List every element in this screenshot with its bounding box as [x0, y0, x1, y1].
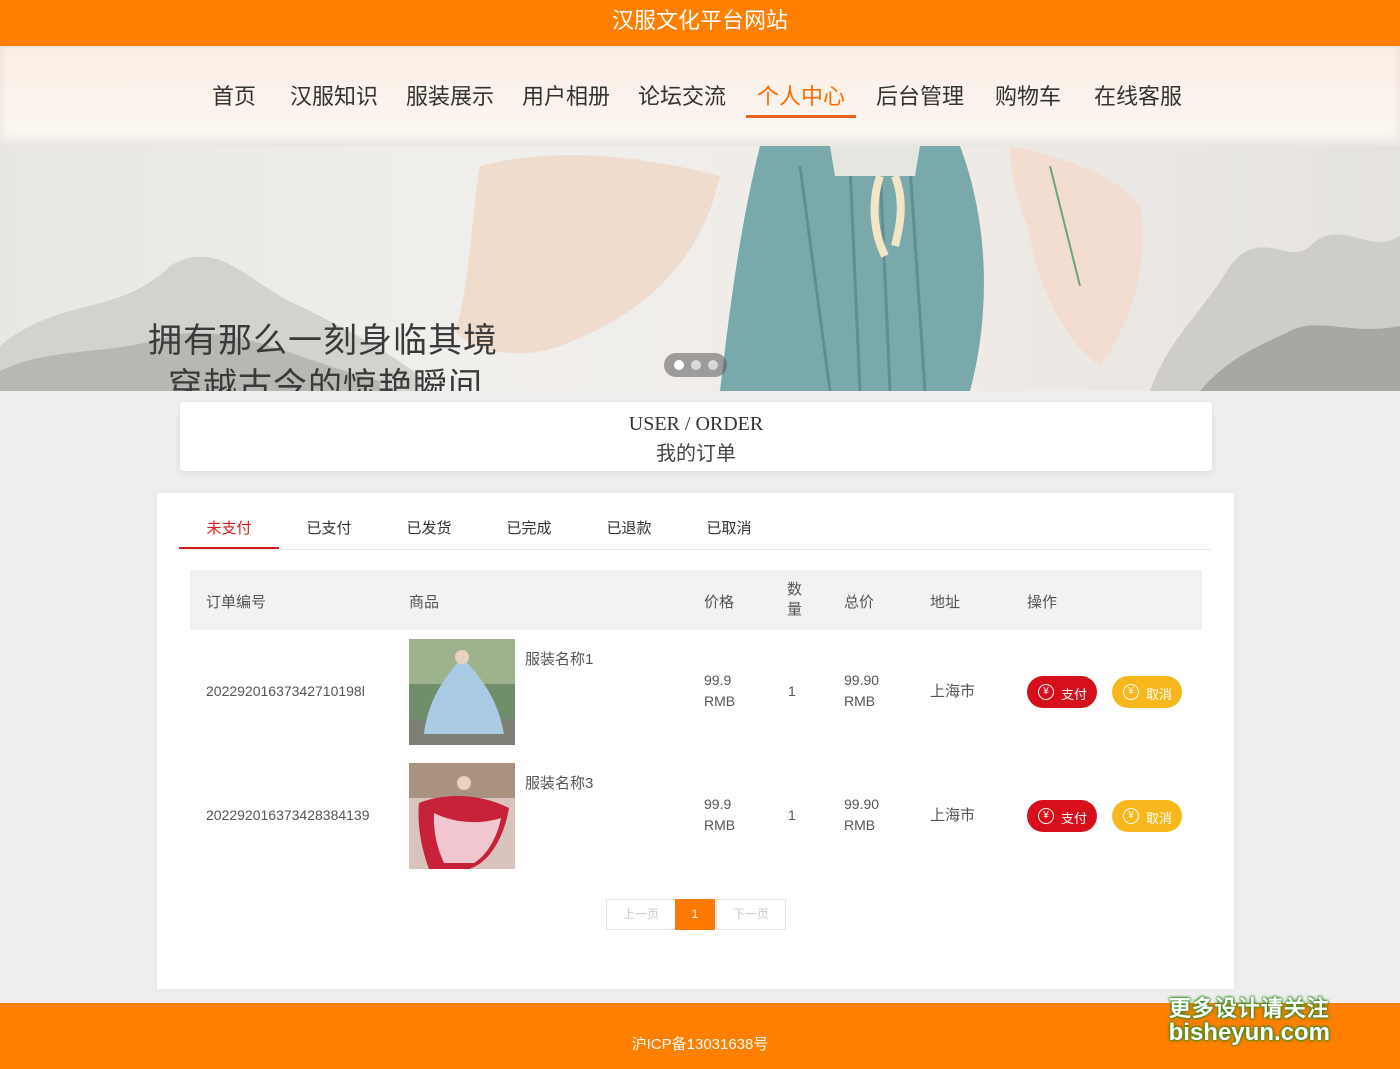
- table-row: 20229201637342710198l 服装名称1 99.9 RMB 1 9…: [190, 639, 1202, 763]
- main-nav: 首页 汉服知识 服装展示 用户相册 论坛交流 个人中心 后台管理 购物车 在线客…: [0, 46, 1400, 146]
- nav-bar: 首页 汉服知识 服装展示 用户相册 论坛交流 个人中心 后台管理 购物车 在线客…: [0, 46, 1400, 146]
- header-order-no: 订单编号: [206, 594, 267, 611]
- pay-button[interactable]: ¥ 支付: [1027, 800, 1097, 832]
- section-title-cn: 我的订单: [656, 441, 736, 465]
- cancel-button[interactable]: ¥ 取消: [1112, 800, 1182, 832]
- prev-page-button[interactable]: 上一页: [606, 899, 676, 930]
- carousel-dot-1[interactable]: [674, 360, 684, 370]
- tab-shipped[interactable]: 已发货: [379, 517, 479, 538]
- hero-banner[interactable]: 拥有那么一刻身临其境 穿越古今的惊艳瞬间: [0, 146, 1400, 391]
- nav-item-profile[interactable]: 个人中心: [745, 79, 857, 118]
- section-title-card: USER / ORDER 我的订单: [180, 402, 1212, 471]
- yuan-circle-icon: ¥: [1038, 808, 1054, 824]
- cancel-button-label: 取消: [1146, 687, 1173, 702]
- banner-line-2: 穿越古今的惊艳瞬间: [168, 366, 483, 391]
- order-status-tabs: 未支付 已支付 已发货 已完成 已退款 已取消: [179, 493, 1211, 550]
- watermark-line-2: bisheyun.com: [1168, 1019, 1330, 1046]
- product-thumbnail[interactable]: [409, 763, 515, 869]
- nav-item-admin[interactable]: 后台管理: [876, 79, 964, 115]
- yuan-circle-icon: ¥: [1123, 808, 1139, 824]
- yuan-circle-icon: ¥: [1038, 684, 1054, 700]
- order-number: 202292016373428384139: [206, 807, 370, 823]
- price-unit: RMB: [704, 817, 736, 833]
- tab-paid[interactable]: 已支付: [279, 517, 379, 538]
- total-value: 99.90: [844, 796, 880, 812]
- header-action: 操作: [1027, 594, 1058, 611]
- cancel-button-label: 取消: [1146, 811, 1173, 826]
- total-unit: RMB: [844, 817, 876, 833]
- tab-refunded[interactable]: 已退款: [579, 517, 679, 538]
- nav-item-home[interactable]: 首页: [212, 79, 256, 115]
- product-name[interactable]: 服装名称1: [525, 649, 593, 670]
- site-header: 汉服文化平台网站: [0, 0, 1400, 46]
- watermark: 更多设计请关注 bisheyun.com: [1169, 991, 1330, 1047]
- page-1-button[interactable]: 1: [675, 899, 715, 930]
- cancel-button[interactable]: ¥ 取消: [1112, 676, 1182, 708]
- total-value: 99.90: [844, 672, 880, 688]
- nav-item-forum[interactable]: 论坛交流: [638, 79, 726, 115]
- header-price: 价格: [704, 594, 735, 611]
- pay-button-label: 支付: [1061, 687, 1088, 702]
- header-total: 总价: [844, 594, 875, 611]
- quantity: 1: [788, 683, 796, 699]
- nav-item-album[interactable]: 用户相册: [522, 79, 610, 115]
- carousel-dot-2[interactable]: [691, 360, 701, 370]
- tab-completed[interactable]: 已完成: [479, 517, 579, 538]
- total-unit: RMB: [844, 693, 876, 709]
- product-thumbnail[interactable]: [409, 639, 515, 745]
- order-number: 20229201637342710198l: [206, 683, 365, 699]
- pay-button-label: 支付: [1061, 811, 1088, 826]
- header-goods: 商品: [409, 594, 440, 611]
- address: 上海市: [930, 683, 976, 700]
- table-row: 202292016373428384139 服装名称3 99.9 RMB 1 9…: [190, 763, 1202, 887]
- price-value: 99.9: [704, 672, 732, 688]
- header-address: 地址: [930, 594, 961, 611]
- yuan-circle-icon: ¥: [1123, 684, 1139, 700]
- header-qty: 数量: [787, 581, 803, 618]
- nav-item-cart[interactable]: 购物车: [995, 79, 1061, 115]
- nav-item-gallery[interactable]: 服装展示: [406, 79, 494, 115]
- product-name[interactable]: 服装名称3: [525, 773, 593, 794]
- carousel-dot-3[interactable]: [708, 360, 718, 370]
- price: 99.9 RMB: [704, 670, 735, 712]
- nav-item-support[interactable]: 在线客服: [1094, 79, 1182, 115]
- order-panel: 未支付 已支付 已发货 已完成 已退款 已取消 订单编号 商品 价格 数量 总价…: [157, 493, 1234, 989]
- banner-line-1: 拥有那么一刻身临其境: [148, 321, 498, 361]
- pay-button[interactable]: ¥ 支付: [1027, 676, 1097, 708]
- section-title-en: USER / ORDER: [628, 413, 764, 435]
- total: 99.90 RMB: [844, 794, 879, 836]
- price-value: 99.9: [704, 796, 732, 812]
- next-page-button[interactable]: 下一页: [716, 899, 786, 930]
- price-unit: RMB: [704, 693, 736, 709]
- price: 99.9 RMB: [704, 794, 735, 836]
- tab-unpaid[interactable]: 未支付: [179, 517, 279, 549]
- tab-cancelled[interactable]: 已取消: [679, 517, 779, 538]
- site-title: 汉服文化平台网站: [611, 8, 788, 33]
- address: 上海市: [930, 807, 976, 824]
- quantity: 1: [788, 807, 796, 823]
- nav-item-knowledge[interactable]: 汉服知识: [290, 79, 378, 115]
- carousel-indicators: [664, 353, 727, 377]
- total: 99.90 RMB: [844, 670, 879, 712]
- table-header: 订单编号 商品 价格 数量 总价 地址 操作: [190, 570, 1202, 630]
